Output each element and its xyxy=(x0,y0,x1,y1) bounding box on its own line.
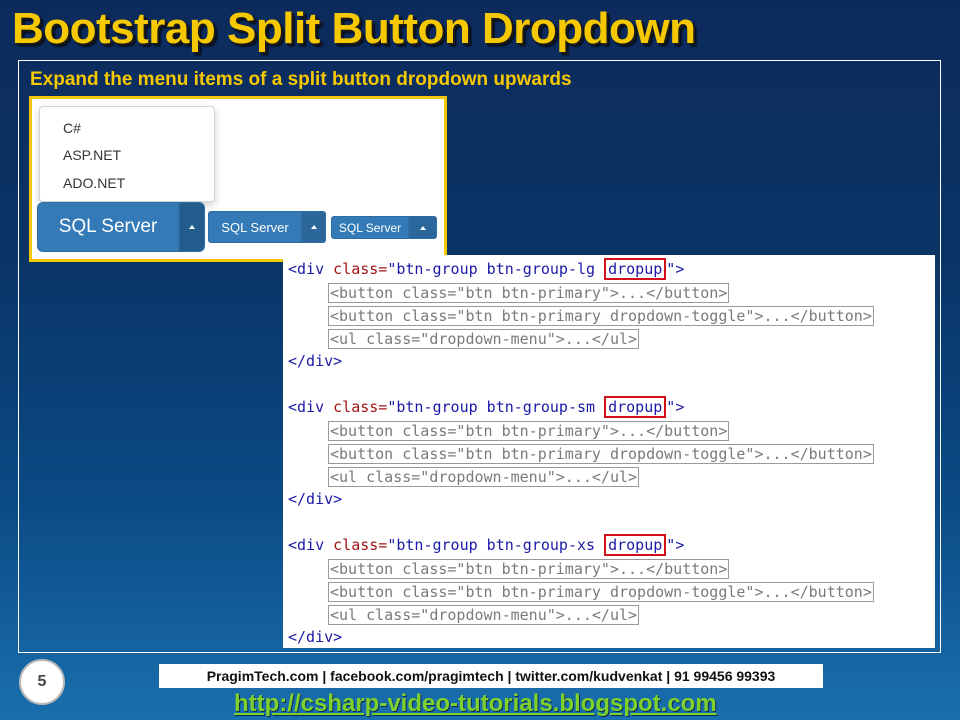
code-line-div-close: </div> xyxy=(288,352,343,370)
split-button-lg: SQL Server xyxy=(37,202,205,252)
code-line-menu: <ul class="dropdown-menu">...</ul> xyxy=(328,467,640,487)
split-button-xs: SQL Server xyxy=(331,216,437,239)
slide-number-badge: 5 xyxy=(19,659,65,705)
code-line-toggle: <button class="btn btn-primary dropdown-… xyxy=(328,582,874,602)
dropup-highlight: dropup xyxy=(604,396,667,418)
menu-item-adonet[interactable]: ADO.NET xyxy=(63,175,125,191)
code-sample: <div class="btn-group btn-group-lg dropu… xyxy=(283,255,935,648)
dropup-menu: C# ASP.NET ADO.NET xyxy=(39,106,215,202)
code-line-div-close: </div> xyxy=(288,490,343,508)
slide-title: Bootstrap Split Button Dropdown xyxy=(12,4,696,53)
slide-subtitle: Expand the menu items of a split button … xyxy=(30,69,572,90)
dropdown-toggle-sm[interactable] xyxy=(302,211,326,243)
caret-up-icon xyxy=(311,225,317,229)
split-button-sm: SQL Server xyxy=(208,211,326,243)
code-line-div-close: </div> xyxy=(288,628,343,646)
code-line-button: <button class="btn btn-primary">...</but… xyxy=(328,421,730,441)
caret-up-icon xyxy=(420,225,426,230)
code-line-menu: <ul class="dropdown-menu">...</ul> xyxy=(328,605,640,625)
dropup-highlight: dropup xyxy=(604,534,667,556)
code-line-button: <button class="btn btn-primary">...</but… xyxy=(328,283,730,303)
code-line-toggle: <button class="btn btn-primary dropdown-… xyxy=(328,306,874,326)
dropup-highlight: dropup xyxy=(604,258,667,280)
dropdown-toggle-xs[interactable] xyxy=(409,216,437,239)
footer-contact: PragimTech.com | facebook.com/pragimtech… xyxy=(159,664,823,688)
code-line-div-open: <div class="btn-group btn-group-xs dropu… xyxy=(288,534,685,556)
dropdown-toggle-lg[interactable] xyxy=(179,202,205,252)
demo-panel: C# ASP.NET ADO.NET SQL Server SQL Server… xyxy=(29,96,447,262)
caret-up-icon xyxy=(189,225,195,229)
sql-server-button-sm[interactable]: SQL Server xyxy=(208,211,302,243)
code-line-toggle: <button class="btn btn-primary dropdown-… xyxy=(328,444,874,464)
code-line-menu: <ul class="dropdown-menu">...</ul> xyxy=(328,329,640,349)
menu-item-aspnet[interactable]: ASP.NET xyxy=(63,147,121,163)
footer-link[interactable]: http://csharp-video-tutorials.blogspot.c… xyxy=(234,690,717,718)
sql-server-button-xs[interactable]: SQL Server xyxy=(331,216,409,239)
code-line-div-open: <div class="btn-group btn-group-sm dropu… xyxy=(288,396,685,418)
code-line-div-open: <div class="btn-group btn-group-lg dropu… xyxy=(288,258,685,280)
sql-server-button-lg[interactable]: SQL Server xyxy=(37,202,179,252)
menu-item-csharp[interactable]: C# xyxy=(63,120,81,136)
code-line-button: <button class="btn btn-primary">...</but… xyxy=(328,559,730,579)
